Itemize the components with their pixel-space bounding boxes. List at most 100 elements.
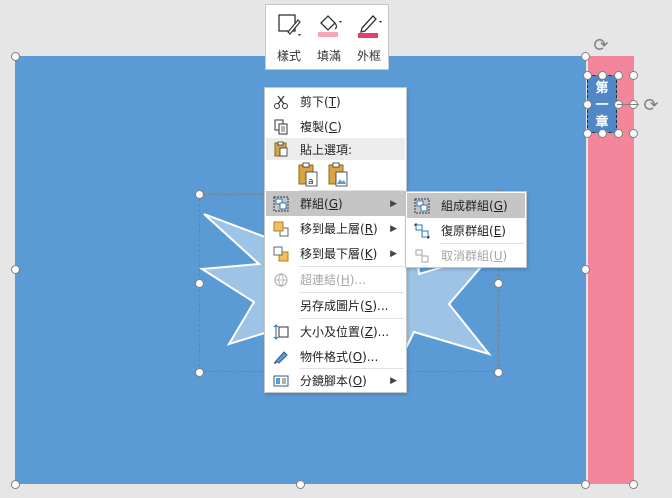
svg-text:a: a [308,177,314,187]
resize-handle[interactable] [598,129,607,138]
group-icon [407,193,437,218]
send-to-back-icon [266,241,296,266]
menu-item-label: 物件格式 [300,350,349,364]
resize-handle[interactable] [629,71,638,80]
size-position-icon [266,319,296,344]
menu-item-label: 剪下 [300,95,325,109]
menu-item-label: 貼上選項: [300,142,353,157]
resize-handle[interactable] [614,129,623,138]
submenu-arrow-icon: ▶ [390,375,397,386]
resize-handle[interactable] [11,480,20,489]
group-submenu: 組成群組(G) 復原群組(E) 取消群組(U) [405,191,527,268]
shape-style-button[interactable]: 樣式 [270,11,308,67]
ellipsis: ... [377,299,389,313]
menu-item-storyboard[interactable]: 分鏡腳本(O) ▶ [266,368,405,393]
menu-item-label: 大小及位置 [300,325,361,339]
ellipsis: ... [377,325,390,339]
menu-item-copy[interactable]: 複製(C) [266,114,405,139]
copy-icon [266,114,296,139]
accelerator-key: H [340,273,350,287]
menu-item-size-position[interactable]: 大小及位置(Z)... [266,319,405,344]
accelerator-key: S [364,299,373,313]
resize-handle[interactable] [296,480,305,489]
resize-handle[interactable] [494,368,503,377]
accelerator-key: G [328,197,339,211]
outline-pen-icon [350,11,388,39]
rotate-handle-icon[interactable]: ⟳ [591,36,611,56]
storyboard-icon [266,368,296,393]
mini-toolbar: 樣式 填滿 外框 [265,4,389,70]
outline-button[interactable]: 外框 [350,11,388,67]
menu-item-hyperlink: 超連結(H)... [266,267,405,292]
accelerator-key: G [493,199,504,213]
menu-item-label: 移到最下層 [300,247,361,261]
submenu-arrow-icon: ▶ [390,198,397,209]
bring-to-front-icon [266,216,296,241]
menu-item-label: 群組 [300,197,325,211]
submenu-arrow-icon: ▶ [390,223,397,234]
context-menu: 剪下(T) 複製(C) 貼上選項: a 群組(G) ▶ 移到最上層(R) ▶ 移… [264,87,407,393]
resize-handle[interactable] [598,71,607,80]
ellipsis: ... [366,350,379,364]
regroup-icon [407,218,437,243]
menu-item-label: 組成群組 [441,199,490,213]
menu-item-send-to-back[interactable]: 移到最下層(K) ▶ [266,241,405,266]
resize-handle[interactable] [583,100,592,109]
resize-handle[interactable] [629,480,638,489]
rotate-handle-icon[interactable]: ⟳ [641,96,661,116]
accelerator-key: E [493,224,502,238]
fill-button[interactable]: 填滿 [310,11,348,67]
empty-icon-slot [266,293,296,318]
chapter-char: 一 [595,98,609,113]
submenu-item-ungroup: 取消群組(U) [407,243,525,268]
resize-handle[interactable] [195,190,204,199]
resize-handle[interactable] [581,480,590,489]
menu-item-label: 復原群組 [441,224,490,238]
shape-style-icon [270,11,308,39]
accelerator-key: U [493,249,503,263]
resize-handle[interactable] [195,368,204,377]
paste-text-only-icon: a [298,162,318,187]
resize-handle[interactable] [494,279,503,288]
accelerator-key: Z [364,325,373,339]
resize-handle[interactable] [583,71,592,80]
resize-handle[interactable] [581,265,590,274]
ungroup-icon [407,243,437,268]
fill-label: 填滿 [316,49,341,63]
rotate-connector [617,104,639,105]
resize-handle[interactable] [629,129,638,138]
resize-handle[interactable] [583,129,592,138]
menu-item-save-as-picture[interactable]: 另存成圖片(S)... [266,293,405,318]
menu-item-format-object[interactable]: 物件格式(O)... [266,344,405,369]
hyperlink-icon [266,267,296,292]
menu-item-label: 超連結 [300,273,337,287]
resize-handle[interactable] [11,265,20,274]
resize-handle[interactable] [614,71,623,80]
menu-item-label: 移到最上層 [300,222,361,236]
accelerator-key: K [364,247,373,261]
resize-handle[interactable] [11,52,20,61]
menu-item-bring-to-front[interactable]: 移到最上層(R) ▶ [266,216,405,241]
paste-keep-text-button[interactable]: a [296,162,320,188]
shape-style-label: 樣式 [276,49,301,63]
group-icon [266,191,296,216]
menu-item-label: 另存成圖片 [300,299,361,313]
menu-item-label: 複製 [300,120,325,134]
accelerator-key: T [328,95,337,109]
menu-item-group[interactable]: 群組(G) ▶ [266,191,405,216]
submenu-arrow-icon: ▶ [390,248,397,259]
ellipsis: ... [354,273,366,287]
paste-picture-icon [328,162,348,187]
outline-label: 外框 [356,49,381,63]
paste-picture-button[interactable] [326,162,350,188]
resize-handle[interactable] [195,279,204,288]
resize-handle[interactable] [581,52,590,61]
chapter-char: 第 [595,81,609,96]
menu-item-label: 取消群組 [441,249,490,263]
submenu-item-regroup[interactable]: 復原群組(E) [407,218,525,243]
submenu-item-group[interactable]: 組成群組(G) [407,193,525,218]
paste-options-header: 貼上選項: [266,138,405,160]
menu-item-cut[interactable]: 剪下(T) [266,89,405,114]
format-object-icon [266,344,296,369]
accelerator-key: O [352,350,363,364]
